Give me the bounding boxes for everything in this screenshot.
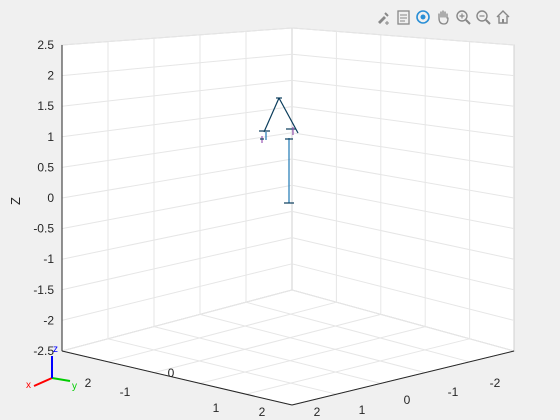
x-tick-label: 1: [213, 401, 220, 415]
brush-icon: [378, 12, 389, 25]
zoom-in-icon: [456, 10, 471, 25]
datatips-button[interactable]: [394, 8, 412, 26]
zoom-in-button[interactable]: [454, 8, 472, 26]
triad-y-label: y: [72, 381, 77, 392]
triad-x-axis: [33, 377, 53, 387]
z-tick-label: 0.5: [37, 160, 54, 174]
zoom-out-button[interactable]: [474, 8, 492, 26]
y-tick-label: -2: [490, 376, 501, 390]
datatips-icon: [397, 10, 410, 25]
home-icon: [496, 10, 510, 24]
z-tick-label: 2: [47, 69, 54, 83]
z-tick-label: -0.5: [33, 222, 54, 236]
z-tick-label: 0: [47, 191, 54, 205]
x-tick-label: 2: [85, 376, 92, 390]
z-tick-labels: 2.5 2 1.5 1 0.5 0 -0.5 -1 -1.5 -2 -2.5: [33, 38, 54, 358]
z-tick-label: 1: [47, 130, 54, 144]
triad-y-axis: [51, 377, 71, 382]
rotate-3d-icon: [416, 10, 430, 24]
z-tick-label: -1: [43, 252, 54, 266]
z-tick-label: 2.5: [37, 38, 54, 52]
zoom-out-icon: [476, 10, 491, 25]
restore-view-button[interactable]: [494, 8, 512, 26]
z-tick-label: -1.5: [33, 283, 54, 297]
triad-z-label: z: [53, 344, 58, 355]
x-tick-label: 2: [259, 405, 266, 419]
rotate-3d-button[interactable]: [414, 8, 432, 26]
pan-button[interactable]: [434, 8, 452, 26]
axes-toolbar: [374, 7, 516, 27]
z-axis-label: Z: [8, 197, 23, 205]
triad-x-label: x: [26, 380, 31, 391]
z-tick-label: -2: [43, 313, 54, 327]
axes-3d[interactable]: 2.5 2 1.5 1 0.5 0 -0.5 -1 -1.5 -2 -2.5 Z 2 -1 0 1 2 -2…: [0, 0, 560, 420]
x-tick-label: -1: [120, 385, 131, 399]
pan-hand-icon: [438, 10, 449, 25]
x-tick-label: 0: [168, 366, 175, 380]
z-tick-label: -2.5: [33, 344, 54, 358]
y-tick-label: 2: [314, 405, 321, 419]
z-tick-label: 1.5: [37, 99, 54, 113]
brush-button[interactable]: [374, 8, 392, 26]
y-tick-label: -1: [448, 385, 459, 399]
figure-window: 2.5 2 1.5 1 0.5 0 -0.5 -1 -1.5 -2 -2.5 Z 2 -1 0 1 2 -2…: [0, 0, 560, 420]
y-tick-label: 1: [359, 403, 366, 417]
y-tick-label: 0: [404, 393, 411, 407]
